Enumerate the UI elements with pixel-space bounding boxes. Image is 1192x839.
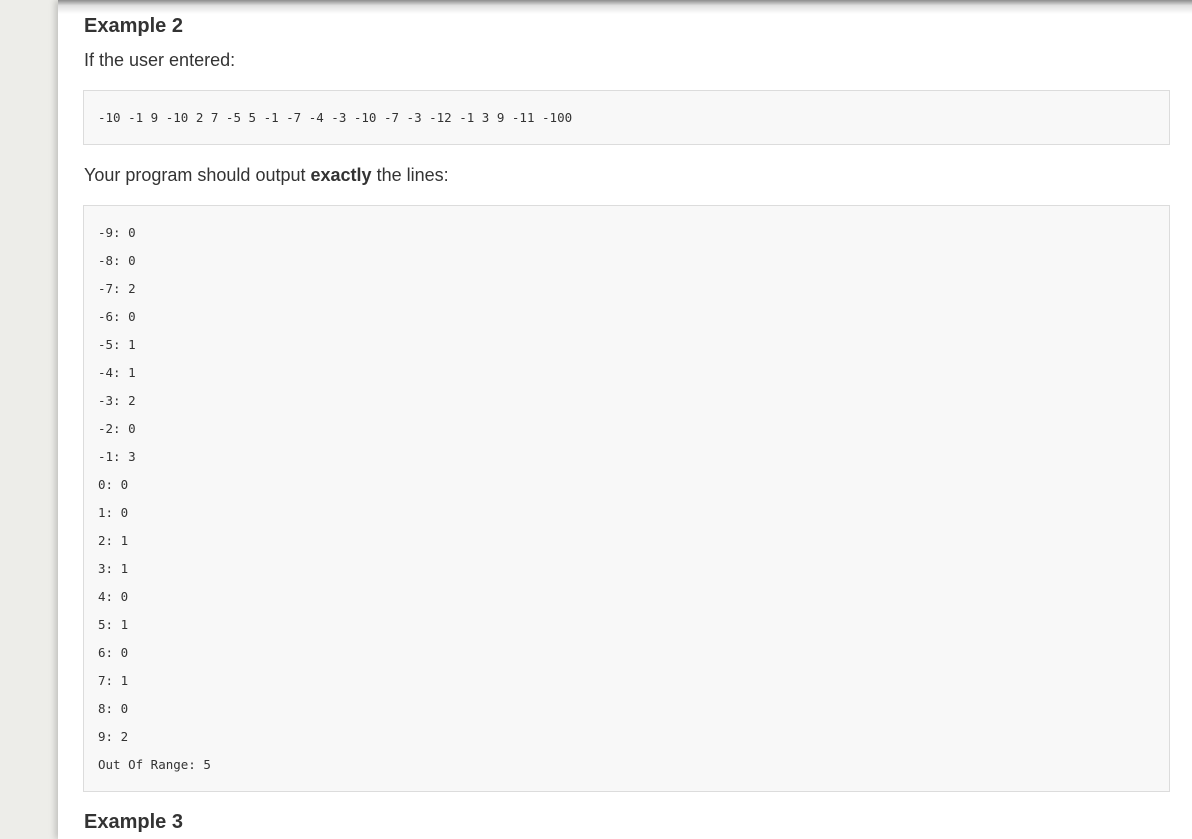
page: Example 2 If the user entered: -10 -1 9 …: [0, 0, 1192, 839]
output-intro: Your program should output exactly the l…: [84, 164, 449, 186]
output-line: -3: 2: [98, 393, 136, 408]
output-code-block: -9: 0 -8: 0 -7: 2 -6: 0 -5: 1 -4: 1 -3: 2 -2: 0…: [83, 205, 1170, 792]
output-line: -2: 0: [98, 421, 136, 436]
output-line: 7: 1: [98, 673, 129, 688]
output-line: 2: 1: [98, 533, 129, 548]
example-3-heading: Example 3: [84, 811, 183, 833]
output-line: -8: 0: [98, 253, 136, 268]
left-gutter: [0, 0, 58, 839]
output-line: -6: 0: [98, 309, 136, 324]
output-intro-before: Your program should output: [84, 165, 311, 185]
output-line: 3: 1: [98, 561, 129, 576]
output-line: 1: 0: [98, 505, 129, 520]
output-line: -9: 0: [98, 225, 136, 240]
input-code-text: -10 -1 9 -10 2 7 -5 5 -1 -7 -4 -3 -10 -7…: [98, 110, 573, 125]
output-line: 8: 0: [98, 701, 129, 716]
output-line: -5: 1: [98, 337, 136, 352]
output-line: 4: 0: [98, 589, 129, 604]
output-line: 9: 2: [98, 729, 129, 744]
output-line: 0: 0: [98, 477, 129, 492]
output-line: -4: 1: [98, 365, 136, 380]
input-code-block: -10 -1 9 -10 2 7 -5 5 -1 -7 -4 -3 -10 -7…: [83, 90, 1170, 145]
example-2-heading: Example 2: [84, 15, 183, 37]
output-line: -1: 3: [98, 449, 136, 464]
output-line: -7: 2: [98, 281, 136, 296]
example-2-intro: If the user entered:: [84, 50, 236, 70]
output-intro-bold: exactly: [310, 165, 372, 185]
output-line: 5: 1: [98, 617, 129, 632]
output-intro-after: the lines:: [371, 165, 449, 185]
output-line: Out Of Range: 5: [98, 757, 211, 772]
output-line: 6: 0: [98, 645, 129, 660]
